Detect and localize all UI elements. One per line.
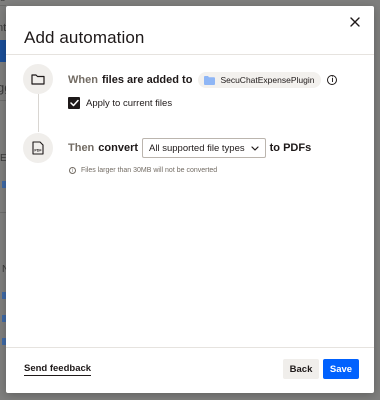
action-text: convert [98,142,139,154]
svg-text:PDF: PDF [34,148,42,152]
close-icon [350,17,360,27]
info-icon: i [69,167,76,174]
pdf-file-icon: PDF [32,141,44,155]
to-pdfs-text: to PDFs [269,142,312,154]
close-button[interactable] [347,14,363,30]
bg-text-fragment: u [0,0,5,3]
then-row: Then convert All supported file types to… [68,138,311,158]
apply-current-files-label: Apply to current files [86,97,173,109]
folder-icon [204,75,216,85]
add-automation-dialog: Add automation When files are added to S… [6,6,374,393]
save-button[interactable]: Save [323,359,359,379]
folder-icon [31,74,45,85]
file-type-select[interactable]: All supported file types [142,138,266,158]
then-label: Then [68,142,95,154]
when-label: When [68,74,98,86]
back-button[interactable]: Back [283,359,319,379]
dialog-title: Add automation [24,28,145,47]
header-divider [6,54,374,55]
checkmark-icon [69,99,79,107]
step-connector [38,94,39,132]
pdf-step-icon: PDF [23,133,53,163]
folder-step-icon [23,64,53,94]
size-limit-text: Files larger than 30MB will not be conve… [81,167,218,174]
info-icon[interactable]: i [327,75,338,85]
folder-chip[interactable]: SecuChatExpensePlugin [198,72,322,88]
when-row: When files are added to SecuChatExpenseP… [68,72,338,88]
chevron-down-icon [251,145,259,151]
file-type-selected-value: All supported file types [149,142,245,154]
size-limit-note: i Files larger than 30MB will not be con… [69,167,217,174]
apply-current-files-row: Apply to current files [68,97,172,109]
footer-divider [6,347,374,348]
folder-name: SecuChatExpensePlugin [220,75,315,85]
trigger-text: files are added to [101,74,193,86]
apply-current-files-checkbox[interactable] [68,97,80,109]
send-feedback-link[interactable]: Send feedback [24,363,92,376]
bg-divider [0,5,6,6]
